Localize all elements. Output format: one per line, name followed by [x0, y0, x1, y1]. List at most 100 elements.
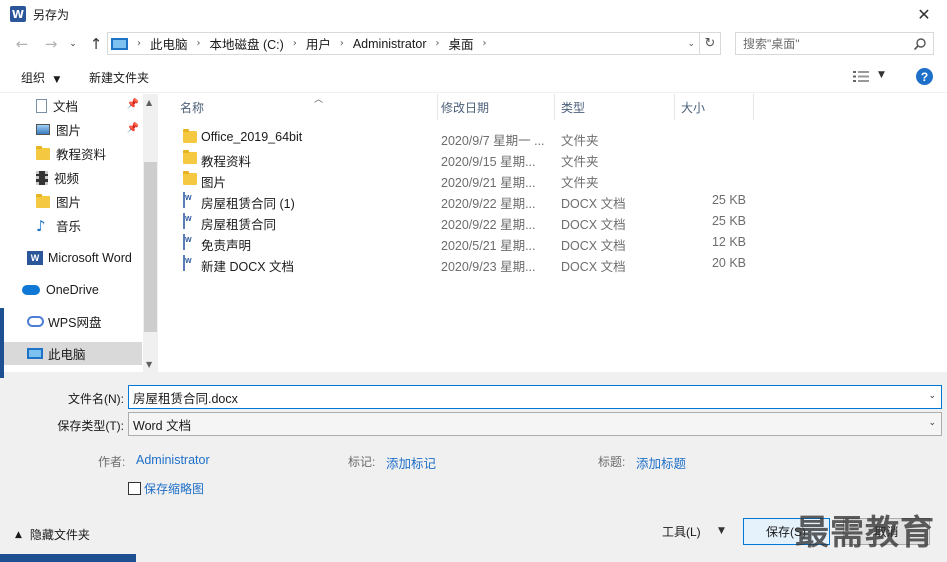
add-title-link[interactable]: 添加标题 — [636, 453, 686, 472]
author-value[interactable]: Administrator — [136, 453, 210, 467]
chevron-down-icon[interactable]: ⌄ — [928, 418, 936, 428]
this-pc-icon — [27, 348, 43, 359]
search-icon[interactable] — [913, 37, 927, 51]
tools-dropdown-icon[interactable]: ▼ — [718, 526, 725, 536]
file-row[interactable]: 新建 DOCX 文档 2020/9/23 星期... DOCX 文档 20 KB — [174, 253, 754, 274]
column-header-type[interactable]: 类型 — [553, 94, 675, 120]
file-row[interactable]: 图片 2020/9/21 星期... 文件夹 — [174, 169, 754, 190]
file-size: 20 KB — [711, 256, 746, 270]
add-tags-link[interactable]: 添加标记 — [386, 453, 436, 472]
sidebar-item-this-pc[interactable]: 此电脑 — [0, 342, 142, 365]
file-size: 25 KB — [711, 193, 746, 207]
pin-icon[interactable]: 📌 — [127, 99, 139, 110]
music-icon: ♪ — [36, 216, 46, 235]
column-header-name[interactable]: 名称 ︿ — [172, 94, 438, 120]
refresh-icon[interactable]: ↻ — [700, 32, 721, 55]
file-date: 2020/5/21 星期... — [441, 239, 536, 253]
file-type: 文件夹 — [561, 155, 599, 169]
file-name: 房屋租赁合同 — [201, 218, 277, 232]
docx-icon — [183, 192, 185, 208]
save-thumbnail-label[interactable]: 保存缩略图 — [144, 480, 204, 497]
new-folder-button[interactable]: 新建文件夹 — [89, 69, 149, 86]
folder-icon — [183, 171, 197, 185]
sidebar-item-documents[interactable]: 文档 📌 — [0, 94, 142, 117]
file-type: DOCX 文档 — [561, 218, 626, 232]
search-input[interactable]: 搜索"桌面" — [735, 32, 934, 55]
sidebar-item-microsoft-word[interactable]: W Microsoft Word — [0, 246, 142, 269]
file-row[interactable]: Office_2019_64bit 2020/9/7 星期一 ... 文件夹 — [174, 127, 754, 148]
sidebar-item-tutorials[interactable]: 教程资料 — [0, 142, 142, 165]
save-options-panel: 文件名(N): 房屋租赁合同.docx ⌄ 保存类型(T): Word 文档 ⌄… — [0, 372, 947, 562]
sidebar-item-onedrive[interactable]: OneDrive — [0, 278, 142, 301]
breadcrumb-administrator[interactable]: Administrator — [353, 37, 427, 51]
breadcrumb-local-disk[interactable]: 本地磁盘 (C:) — [210, 34, 284, 53]
document-icon — [36, 98, 47, 113]
command-toolbar: 组织 ▼ 新建文件夹 ▼ ? — [0, 60, 947, 93]
chevron-right-icon[interactable]: › — [435, 38, 439, 49]
chevron-right-icon[interactable]: › — [340, 38, 344, 49]
file-date: 2020/9/15 星期... — [441, 155, 536, 169]
help-icon[interactable]: ? — [916, 68, 933, 85]
column-header-size[interactable]: 大小 — [673, 94, 754, 120]
chevron-right-icon[interactable]: › — [293, 38, 297, 49]
file-date: 2020/9/21 星期... — [441, 176, 536, 190]
pictures-icon — [36, 124, 50, 135]
scrollbar-thumb[interactable] — [144, 162, 157, 332]
back-arrow-icon[interactable]: ← — [10, 32, 34, 56]
onedrive-icon — [22, 284, 40, 295]
breadcrumb-users[interactable]: 用户 — [306, 34, 331, 53]
file-type: DOCX 文档 — [561, 260, 626, 274]
hide-folders-toggle[interactable]: ▲ 隐藏文件夹 — [15, 526, 90, 543]
file-type: DOCX 文档 — [561, 239, 626, 253]
filetype-select[interactable]: Word 文档 ⌄ — [128, 412, 942, 436]
file-list: 名称 ︿ 修改日期 类型 大小 Office_2019_64bit 2020/9… — [158, 94, 947, 372]
chevron-right-icon[interactable]: › — [137, 38, 141, 49]
sidebar-scrollbar[interactable]: ▲ ▼ — [143, 94, 158, 372]
view-dropdown-icon[interactable]: ▼ — [878, 70, 885, 80]
word-icon: W — [27, 250, 43, 265]
this-pc-icon — [111, 37, 128, 50]
tags-label: 标记: — [348, 455, 376, 469]
sidebar-item-pictures-folder[interactable]: 图片 — [0, 190, 142, 213]
file-row[interactable]: 教程资料 2020/9/15 星期... 文件夹 — [174, 148, 754, 169]
file-size: 12 KB — [711, 235, 746, 249]
chevron-right-icon[interactable]: › — [483, 38, 487, 49]
address-bar[interactable]: › 此电脑 › 本地磁盘 (C:) › 用户 › Administrator ›… — [107, 32, 700, 55]
taskbar-strip — [0, 554, 136, 562]
chevron-down-icon[interactable]: ⌄ — [928, 391, 936, 401]
filename-field[interactable]: 房屋租赁合同.docx ⌄ — [128, 385, 942, 409]
breadcrumb-desktop[interactable]: 桌面 — [448, 34, 473, 53]
window-edge — [0, 308, 4, 378]
sidebar-item-label: 图片 — [56, 124, 82, 138]
sidebar-item-wps-cloud[interactable]: WPS网盘 — [0, 310, 142, 333]
column-header-date[interactable]: 修改日期 — [433, 94, 555, 120]
up-arrow-icon[interactable]: ↑ — [84, 32, 108, 56]
title-label: 标题: — [598, 455, 626, 469]
organize-button[interactable]: 组织 ▼ — [21, 69, 60, 86]
file-row[interactable]: 免责声明 2020/5/21 星期... DOCX 文档 12 KB — [174, 232, 754, 253]
file-row[interactable]: 房屋租赁合同 (1) 2020/9/22 星期... DOCX 文档 25 KB — [174, 190, 754, 211]
sort-ascending-icon: ︿ — [314, 95, 324, 105]
tools-button[interactable]: 工具(L) — [662, 523, 701, 540]
sidebar-item-videos[interactable]: 视频 — [0, 166, 142, 189]
author-label: 作者: — [98, 455, 126, 469]
title-bar: W 另存为 ✕ — [0, 0, 947, 28]
close-icon[interactable]: ✕ — [909, 2, 939, 26]
save-thumbnail-checkbox[interactable] — [128, 482, 141, 495]
scroll-up-icon[interactable]: ▲ — [146, 98, 152, 107]
pin-icon[interactable]: 📌 — [127, 123, 139, 134]
file-name: 图片 — [201, 176, 227, 190]
chevron-right-icon[interactable]: › — [197, 38, 201, 49]
sidebar-item-label: 音乐 — [56, 220, 82, 234]
breadcrumb-this-pc[interactable]: 此电脑 — [150, 34, 188, 53]
forward-arrow-icon[interactable]: → — [39, 32, 63, 56]
navigation-bar: ← → ⌄ ↑ › 此电脑 › 本地磁盘 (C:) › 用户 › Adminis… — [0, 28, 947, 60]
view-options-icon[interactable] — [853, 71, 869, 82]
scroll-down-icon[interactable]: ▼ — [146, 360, 152, 369]
recent-locations-chevron-icon[interactable]: ⌄ — [66, 32, 80, 56]
organize-dropdown-icon: ▼ — [53, 75, 61, 85]
address-dropdown-icon[interactable]: ⌄ — [687, 39, 695, 49]
sidebar-item-music[interactable]: ♪ 音乐 — [0, 214, 142, 237]
sidebar-item-pictures[interactable]: 图片 📌 — [0, 118, 142, 141]
file-row[interactable]: 房屋租赁合同 2020/9/22 星期... DOCX 文档 25 KB — [174, 211, 754, 232]
